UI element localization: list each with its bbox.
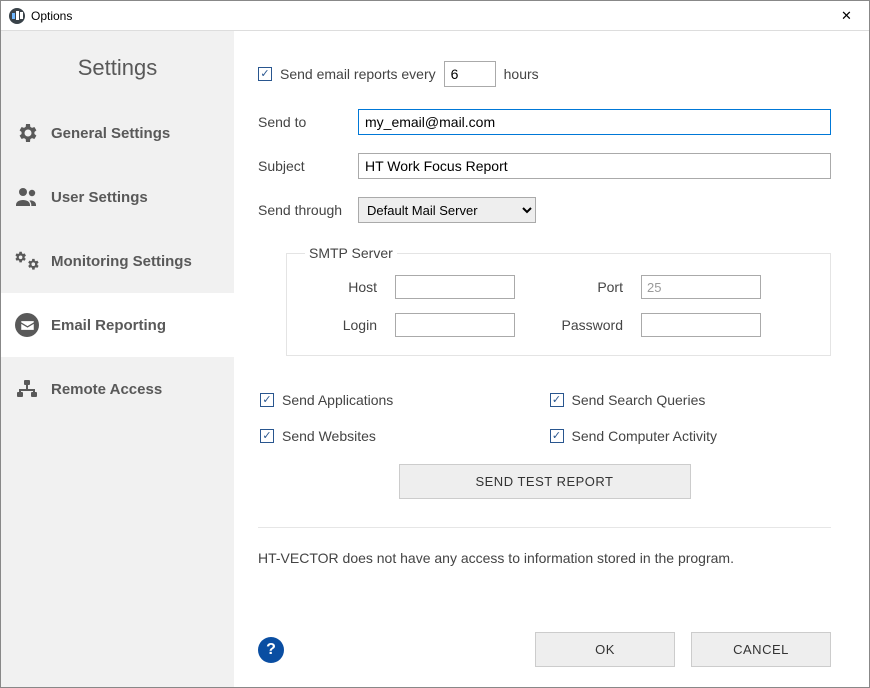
sidebar-label: General Settings xyxy=(51,125,170,142)
sidebar-item-user[interactable]: User Settings xyxy=(1,165,234,229)
disclaimer-text: HT-VECTOR does not have any access to in… xyxy=(258,527,831,566)
smtp-port-label: Port xyxy=(533,279,623,295)
ok-button[interactable]: OK xyxy=(535,632,675,667)
send-test-report-button[interactable]: SEND TEST REPORT xyxy=(399,464,691,499)
title-bar: Options ✕ xyxy=(1,1,869,31)
send-apps-label: Send Applications xyxy=(282,392,393,408)
send-through-label: Send through xyxy=(258,202,358,218)
sidebar-label: Email Reporting xyxy=(51,317,166,334)
smtp-password-label: Password xyxy=(533,317,623,333)
subject-label: Subject xyxy=(258,158,358,174)
sidebar-title: Settings xyxy=(1,31,234,101)
send-every-label-pre: Send email reports every xyxy=(280,66,436,82)
send-through-select[interactable]: Default Mail Server xyxy=(358,197,536,223)
smtp-fieldset: SMTP Server Host Port Login Password xyxy=(286,245,831,356)
email-icon xyxy=(15,313,39,337)
send-websites-label: Send Websites xyxy=(282,428,376,444)
send-to-input[interactable] xyxy=(358,109,831,135)
window-title: Options xyxy=(31,9,72,23)
sidebar-label: Monitoring Settings xyxy=(51,253,192,270)
send-every-label-post: hours xyxy=(504,66,539,82)
sidebar-label: User Settings xyxy=(51,189,148,206)
send-every-row: ✓ Send email reports every hours xyxy=(258,61,831,87)
sidebar-item-email[interactable]: Email Reporting xyxy=(1,293,234,357)
sidebar: Settings General Settings User Settings … xyxy=(1,31,234,687)
send-activity-label: Send Computer Activity xyxy=(572,428,718,444)
gear-icon xyxy=(15,121,39,145)
send-activity-checkbox[interactable]: ✓ xyxy=(550,429,564,443)
send-queries-checkbox[interactable]: ✓ xyxy=(550,393,564,407)
sidebar-item-general[interactable]: General Settings xyxy=(1,101,234,165)
smtp-password-input[interactable] xyxy=(641,313,761,337)
smtp-login-input[interactable] xyxy=(395,313,515,337)
smtp-port-input[interactable] xyxy=(641,275,761,299)
smtp-host-input[interactable] xyxy=(395,275,515,299)
users-icon xyxy=(15,185,39,209)
remote-access-icon xyxy=(15,377,39,401)
app-icon xyxy=(9,8,25,24)
monitoring-gears-icon xyxy=(15,249,39,273)
close-button[interactable]: ✕ xyxy=(824,1,869,31)
sidebar-label: Remote Access xyxy=(51,381,162,398)
hours-input[interactable] xyxy=(444,61,496,87)
send-apps-checkbox[interactable]: ✓ xyxy=(260,393,274,407)
subject-input[interactable] xyxy=(358,153,831,179)
send-to-label: Send to xyxy=(258,114,358,130)
send-queries-label: Send Search Queries xyxy=(572,392,706,408)
sidebar-item-remote[interactable]: Remote Access xyxy=(1,357,234,421)
help-icon[interactable]: ? xyxy=(258,637,284,663)
send-websites-checkbox[interactable]: ✓ xyxy=(260,429,274,443)
smtp-host-label: Host xyxy=(305,279,377,295)
main-panel: ✓ Send email reports every hours Send to… xyxy=(234,31,869,687)
smtp-legend: SMTP Server xyxy=(305,245,397,261)
smtp-login-label: Login xyxy=(305,317,377,333)
send-every-checkbox[interactable]: ✓ xyxy=(258,67,272,81)
sidebar-item-monitoring[interactable]: Monitoring Settings xyxy=(1,229,234,293)
cancel-button[interactable]: CANCEL xyxy=(691,632,831,667)
